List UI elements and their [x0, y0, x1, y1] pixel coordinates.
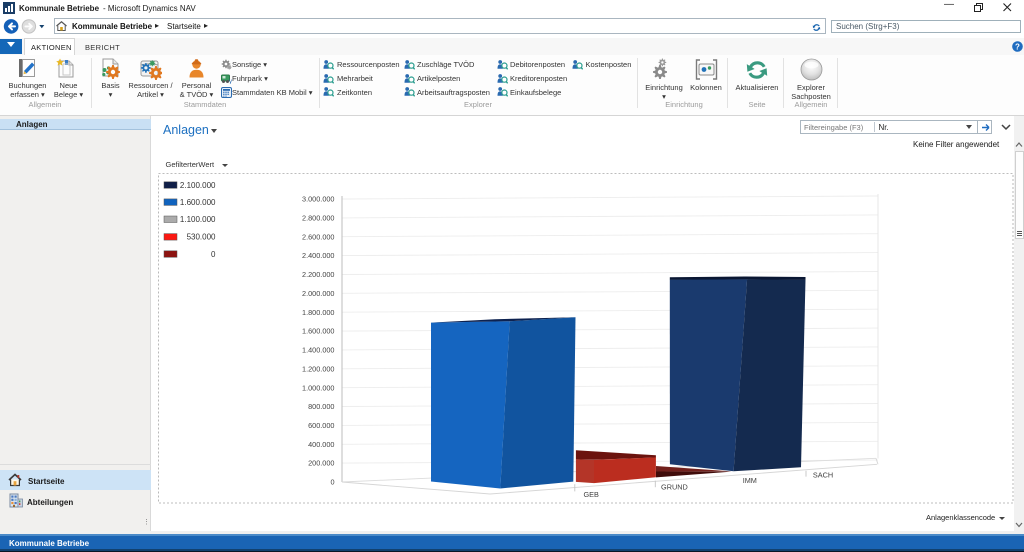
- svg-text:2.600.000: 2.600.000: [302, 232, 334, 241]
- svg-text:800.000: 800.000: [308, 402, 334, 411]
- svg-text:1.200.000: 1.200.000: [302, 364, 334, 373]
- svg-text:530.000: 530.000: [187, 233, 216, 242]
- svg-text:1.400.000: 1.400.000: [302, 346, 334, 355]
- svg-text:400.000: 400.000: [308, 440, 334, 449]
- svg-text:0: 0: [211, 250, 216, 259]
- svg-text:600.000: 600.000: [308, 421, 334, 430]
- svg-text:IMM: IMM: [743, 476, 757, 485]
- svg-text:2.000.000: 2.000.000: [302, 289, 334, 298]
- svg-text:3.000.000: 3.000.000: [302, 195, 334, 204]
- svg-text:0: 0: [330, 478, 334, 487]
- svg-text:1.800.000: 1.800.000: [302, 308, 334, 317]
- svg-text:1.600.000: 1.600.000: [302, 327, 334, 336]
- svg-text:2.200.000: 2.200.000: [302, 270, 334, 279]
- svg-text:SACH: SACH: [813, 470, 833, 479]
- svg-text:1.100.000: 1.100.000: [180, 215, 216, 224]
- svg-text:2.400.000: 2.400.000: [302, 251, 334, 260]
- svg-text:1.000.000: 1.000.000: [302, 383, 334, 392]
- svg-text:2.800.000: 2.800.000: [302, 214, 334, 223]
- svg-text:1.600.000: 1.600.000: [180, 198, 216, 207]
- svg-text:GRUND: GRUND: [661, 483, 688, 492]
- svg-text:200.000: 200.000: [308, 459, 334, 468]
- svg-text:2.100.000: 2.100.000: [180, 181, 216, 190]
- svg-text:?: ?: [1015, 42, 1020, 51]
- svg-text:GEB: GEB: [583, 490, 599, 499]
